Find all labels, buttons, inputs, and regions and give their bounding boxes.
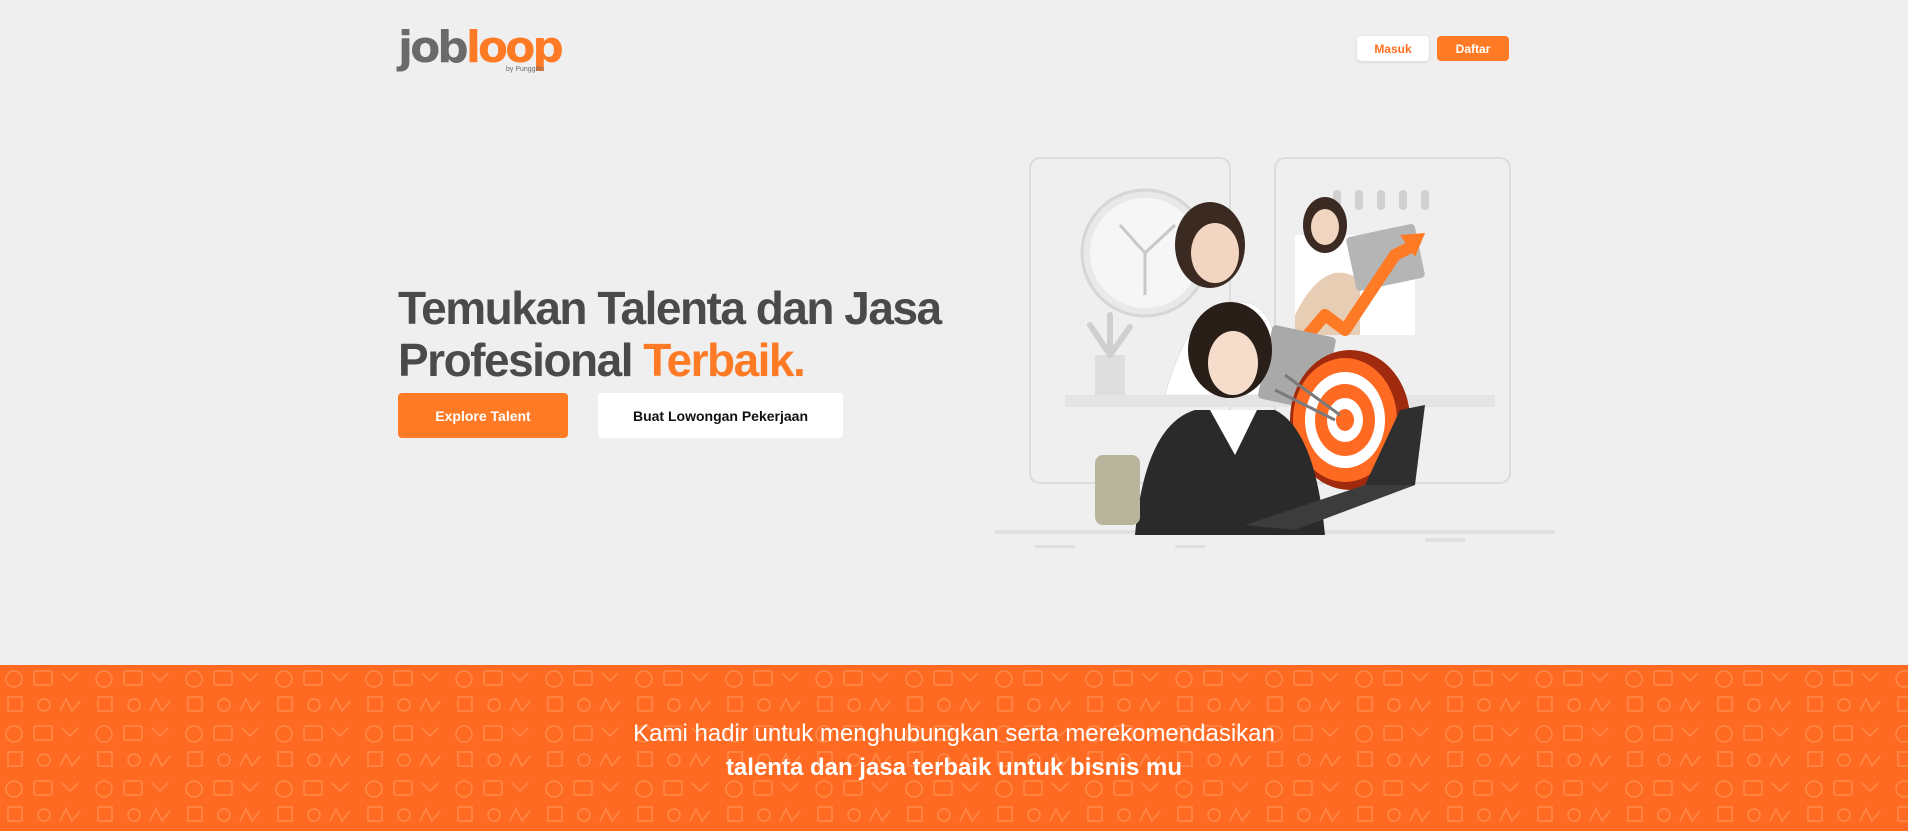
logo-byline: by Punggilin: [506, 66, 545, 73]
plant-icon: [1087, 312, 1133, 395]
explore-talent-button[interactable]: Explore Talent: [398, 393, 568, 438]
jobloop-logo[interactable]: jobloop by Punggilin: [398, 24, 578, 74]
hero-section: jobloop by Punggilin Masuk Daftar Temuka…: [0, 0, 1908, 665]
tagline-line-2: talenta dan jasa terbaik untuk bisnis mu: [725, 754, 1183, 781]
hero-illustration: [995, 157, 1555, 548]
hero-headline: Temukan Talenta dan Jasa Profesional Ter…: [398, 282, 958, 386]
post-job-button[interactable]: Buat Lowongan Pekerjaan: [598, 393, 843, 438]
banner-tagline: Kami hadir untuk menghubungkan serta mer…: [0, 717, 1908, 785]
logo-text-grey: job: [398, 22, 469, 73]
tagline-line-1: Kami hadir untuk menghubungkan serta mer…: [633, 720, 1275, 747]
register-button[interactable]: Daftar: [1437, 36, 1509, 61]
login-button[interactable]: Masuk: [1357, 36, 1429, 61]
headline-accent: Terbaik.: [643, 334, 806, 386]
